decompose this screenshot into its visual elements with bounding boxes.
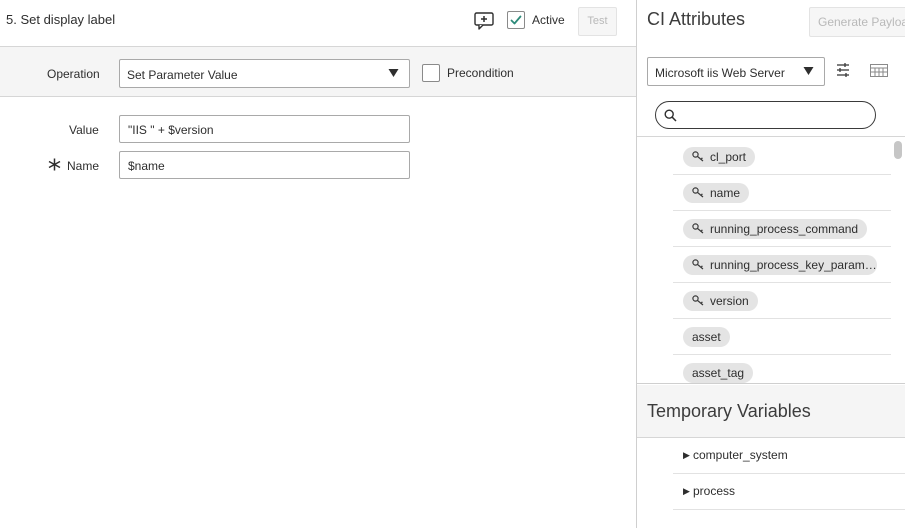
ci-type-select[interactable]: Microsoft iis Web Server: [647, 57, 825, 86]
temp-var-label: computer_system: [693, 448, 788, 462]
precondition-label: Precondition: [447, 66, 514, 80]
temporary-variables-title: Temporary Variables: [647, 401, 811, 421]
attribute-row[interactable]: name: [673, 175, 891, 211]
attribute-label: name: [710, 186, 741, 200]
generate-payload-button[interactable]: Generate Payload: [809, 7, 905, 37]
attribute-search-area: [637, 93, 905, 137]
step-header: 5. Set display label Active Test: [0, 0, 636, 47]
attribute-list: cl_port name running_process_command run…: [637, 139, 905, 384]
attribute-list-scrollbar[interactable]: [894, 141, 902, 159]
attribute-row[interactable]: version: [673, 283, 891, 319]
expand-triangle-icon[interactable]: ▶: [683, 450, 690, 461]
expand-triangle-icon[interactable]: ▶: [683, 486, 690, 497]
caret-down-icon: [803, 67, 814, 75]
ci-type-selected-value: Microsoft iis Web Server: [655, 66, 785, 80]
attribute-search-input[interactable]: [655, 101, 876, 129]
table-view-icon[interactable]: [870, 64, 888, 77]
key-icon: [692, 295, 704, 306]
filter-settings-icon[interactable]: [836, 62, 850, 78]
attribute-row[interactable]: asset: [673, 319, 891, 355]
attribute-row[interactable]: cl_port: [673, 139, 891, 175]
app-root: 5. Set display label Active Test Operati…: [0, 0, 905, 528]
key-icon: [692, 259, 704, 270]
name-label: Name: [67, 159, 100, 173]
add-comment-icon[interactable]: [474, 12, 494, 30]
value-input[interactable]: "IIS " + $version: [119, 115, 410, 143]
attribute-chip[interactable]: cl_port: [683, 147, 756, 167]
attribute-row[interactable]: running_process_command: [673, 211, 891, 247]
active-checkbox[interactable]: [507, 11, 525, 29]
search-icon: [664, 109, 677, 122]
temp-var-label: process: [693, 484, 736, 498]
operation-select[interactable]: Set Parameter Value: [119, 59, 410, 88]
key-icon: [692, 151, 704, 162]
ci-attributes-title: CI Attributes: [647, 9, 746, 29]
operation-selected-value: Set Parameter Value: [127, 68, 238, 82]
step-editor-panel: 5. Set display label Active Test Operati…: [0, 0, 636, 528]
attribute-chip[interactable]: version: [683, 291, 758, 311]
operation-label: Operation: [47, 67, 100, 81]
caret-down-icon: [388, 69, 399, 77]
attribute-chip[interactable]: name: [683, 183, 750, 203]
key-icon: [692, 223, 704, 234]
attribute-chip[interactable]: running_process_command: [683, 219, 868, 239]
temporary-variables-header: Temporary Variables: [637, 385, 905, 438]
ci-attributes-panel: CI Attributes Generate Payload Microsoft…: [636, 0, 905, 528]
check-icon: [510, 15, 522, 25]
value-label: Value: [69, 123, 99, 137]
attribute-label: cl_port: [710, 150, 747, 164]
attribute-row[interactable]: running_process_key_param…: [673, 247, 891, 283]
attribute-label: running_process_command: [710, 222, 859, 236]
attribute-label: running_process_key_param…: [710, 258, 877, 272]
name-input[interactable]: $name: [119, 151, 410, 179]
attribute-row[interactable]: asset_tag: [673, 355, 891, 383]
attribute-chip[interactable]: asset: [683, 327, 730, 347]
temp-var-item[interactable]: ▶ process: [673, 474, 905, 510]
key-icon: [692, 187, 704, 198]
temp-var-item[interactable]: ▶ computer_system: [673, 438, 905, 474]
test-button[interactable]: Test: [578, 7, 617, 36]
attribute-label: version: [710, 294, 749, 308]
attribute-chip[interactable]: running_process_key_param…: [683, 255, 877, 275]
required-asterisk-icon: [48, 158, 61, 171]
precondition-checkbox[interactable]: [422, 64, 440, 82]
operation-row: Operation Set Parameter Value Preconditi…: [0, 47, 636, 97]
active-label: Active: [532, 13, 565, 27]
step-title: 5. Set display label: [6, 12, 116, 27]
attribute-chip[interactable]: asset_tag: [683, 363, 754, 383]
